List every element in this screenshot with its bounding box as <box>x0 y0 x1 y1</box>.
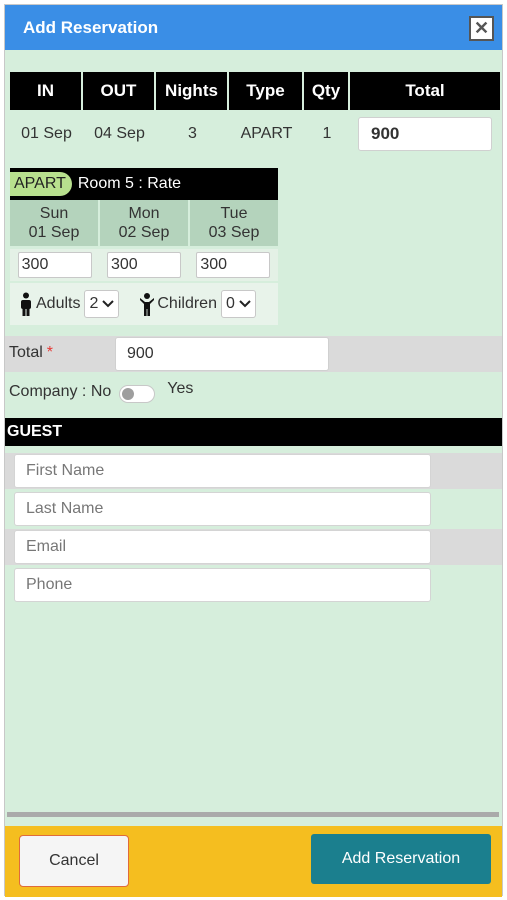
rate-input[interactable]: 300 <box>106 252 181 278</box>
rate-input[interactable]: 300 <box>196 252 271 278</box>
dialog-title: Add Reservation <box>23 17 159 37</box>
rate-day-header: Sun 01 Sep <box>10 200 100 246</box>
summary-table-row: 01 Sep 04 Sep 3 APART 1 900 <box>10 117 500 151</box>
rate-header: APART Room 5 : Rate <box>10 168 278 200</box>
company-toggle[interactable] <box>119 385 156 403</box>
column-header-type: Type <box>229 72 304 110</box>
adults-label: Adults <box>36 295 81 312</box>
email-input[interactable]: Email <box>14 530 431 564</box>
add-reservation-dialog: Add Reservation ✕ IN OUT Nights Type Qty… <box>4 4 503 897</box>
total-row: Total * 900 <box>5 336 502 372</box>
child-icon <box>139 292 157 316</box>
company-label: Company : No <box>9 383 112 400</box>
rate-day-header: Tue 03 Sep <box>190 200 278 246</box>
summary-qty: 1 <box>322 125 332 142</box>
summary-total-input[interactable]: 900 <box>358 117 492 151</box>
adults-value: 2 <box>89 295 99 312</box>
room-type-badge: APART <box>10 172 72 196</box>
summary-out: 04 Sep <box>94 125 145 142</box>
day-of-week: Sun <box>39 205 69 222</box>
summary-total-cell: 900 <box>350 117 500 151</box>
children-select[interactable]: 0 <box>220 290 256 318</box>
summary-type: APART <box>240 125 293 142</box>
summary-nights: 3 <box>188 125 197 142</box>
adult-icon <box>18 292 36 316</box>
toggle-knob <box>122 388 135 400</box>
required-mark: * <box>46 344 54 361</box>
chevron-down-icon <box>102 300 115 308</box>
day-of-week: Mon <box>128 205 160 222</box>
children-value: 0 <box>225 295 235 312</box>
adults-select[interactable]: 2 <box>84 290 120 318</box>
rate-input[interactable]: 300 <box>17 252 92 278</box>
close-icon: ✕ <box>473 18 490 38</box>
column-header-qty: Qty <box>304 72 350 110</box>
dialog-titlebar: Add Reservation ✕ <box>5 5 502 50</box>
chevron-down-icon <box>239 300 251 308</box>
first-name-input[interactable]: First Name <box>14 454 431 488</box>
total-label-text: Total <box>9 344 43 361</box>
last-name-input[interactable]: Last Name <box>14 492 431 526</box>
first-name-row: First Name <box>5 453 502 489</box>
scrollbar-track[interactable] <box>7 812 499 817</box>
column-header-total: Total <box>405 81 445 100</box>
add-reservation-button[interactable]: Add Reservation <box>311 834 491 884</box>
children-label: Children <box>157 295 217 312</box>
dialog-footer: Cancel Add Reservation <box>5 826 502 897</box>
column-header-in: IN <box>10 72 83 110</box>
occupancy-row: Adults 2 Children 0 <box>10 283 278 325</box>
day-date: 01 Sep <box>28 224 80 241</box>
rate-day-header: Mon 02 Sep <box>100 200 190 246</box>
total-input[interactable]: 900 <box>115 337 329 371</box>
total-label: Total * <box>9 344 53 362</box>
phone-input[interactable]: Phone <box>14 568 431 602</box>
day-date: 02 Sep <box>118 224 170 241</box>
summary-in: 01 Sep <box>21 125 72 142</box>
cancel-button[interactable]: Cancel <box>19 835 129 887</box>
email-row: Email <box>5 529 502 565</box>
column-header-out: OUT <box>83 72 156 110</box>
rate-inputs: 300 300 300 <box>10 249 278 281</box>
guest-section-header: GUEST <box>5 418 502 446</box>
column-header-nights: Nights <box>156 72 229 110</box>
close-button[interactable]: ✕ <box>469 16 494 41</box>
day-date: 03 Sep <box>208 224 260 241</box>
rate-title: Room 5 : Rate <box>77 175 182 192</box>
company-row: Company : No Yes <box>9 379 193 405</box>
company-yes-label: Yes <box>167 380 194 397</box>
summary-table-header: IN OUT Nights Type Qty Total <box>10 72 500 110</box>
rate-days: Sun 01 Sep Mon 02 Sep Tue 03 Sep <box>10 200 278 246</box>
last-name-row: Last Name <box>5 491 502 527</box>
day-of-week: Tue <box>220 205 248 222</box>
phone-row: Phone <box>5 567 502 603</box>
